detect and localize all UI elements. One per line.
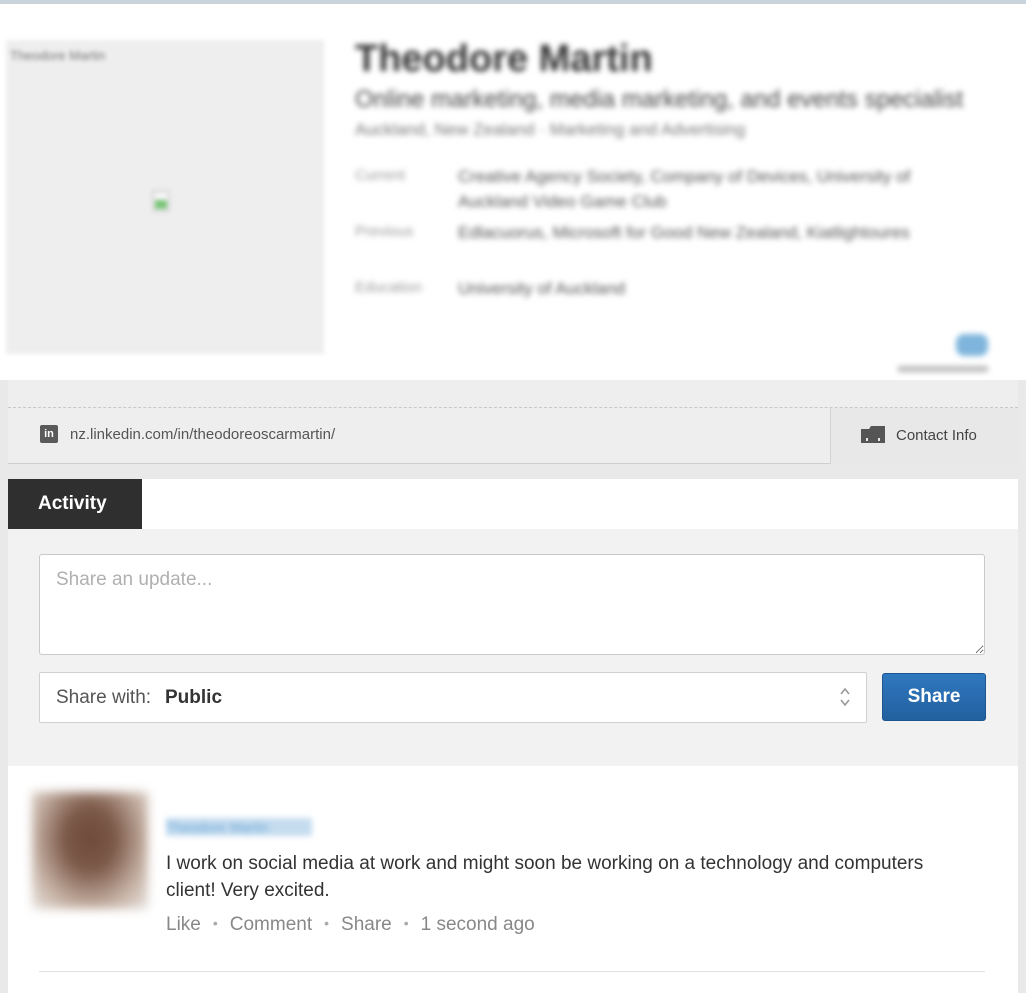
url-row: in nz.linkedin.com/in/theodoreoscarmarti…: [8, 408, 1018, 464]
profile-photo-label: Theodore Martin: [10, 48, 106, 63]
share-with-label: Share with:: [56, 687, 152, 708]
public-profile-bar: in nz.linkedin.com/in/theodoreoscarmarti…: [8, 380, 1018, 464]
info-label-current: Current: [355, 167, 406, 184]
separator-dot: •: [403, 915, 409, 931]
post-text: I work on social media at work and might…: [166, 853, 924, 901]
edit-profile-icon[interactable]: [956, 334, 988, 356]
share-with-select[interactable]: Share with: Public: [39, 672, 867, 723]
separator-dot: •: [212, 915, 218, 931]
info-value-previous: Edlacuorus, Microsoft for Good New Zeala…: [458, 223, 910, 242]
profile-name: Theodore Martin: [355, 38, 653, 80]
info-value-education: University of Auckland: [458, 279, 626, 298]
edit-profile-label: [898, 366, 988, 372]
linkedin-icon: in: [40, 425, 58, 443]
public-profile-url[interactable]: nz.linkedin.com/in/theodoreoscarmartin/: [70, 426, 335, 443]
post-timestamp[interactable]: 1 second ago: [421, 914, 535, 935]
post-author-link[interactable]: Theodore Martin: [166, 818, 312, 836]
avatar[interactable]: [32, 792, 148, 909]
like-action[interactable]: Like: [166, 914, 201, 935]
separator-dot: •: [324, 915, 330, 931]
post-actions: Like • Comment • Share • 1 second ago: [166, 914, 535, 936]
profile-location: Auckland, New Zealand · Marketing and Ad…: [355, 120, 746, 139]
share-action[interactable]: Share: [341, 914, 392, 935]
broken-image-icon: [152, 190, 170, 212]
feed-post: Theodore Martin I work on social media a…: [8, 766, 1018, 993]
profile-headline: Online marketing, media marketing, and e…: [355, 86, 964, 113]
info-label-education: Education: [355, 279, 422, 296]
info-value-current: Creative Agency Society, Company of Devi…: [458, 167, 911, 211]
info-label-previous: Previous: [355, 223, 414, 240]
tab-activity[interactable]: Activity: [8, 479, 142, 529]
share-button[interactable]: Share: [882, 673, 986, 721]
activity-section: Activity Share with: Public Share Theodo…: [8, 479, 1018, 993]
feed-divider: [39, 971, 985, 972]
share-update-box: Share with: Public Share: [8, 529, 1018, 766]
comment-action[interactable]: Comment: [230, 914, 312, 935]
profile-card: Theodore Martin Theodore Martin Online m…: [0, 0, 1026, 380]
share-with-value: Public: [165, 687, 223, 708]
share-update-input[interactable]: [39, 554, 985, 655]
contact-info-button[interactable]: Contact Info: [830, 408, 1018, 464]
contact-info-label: Contact Info: [896, 427, 977, 444]
select-arrows-icon: [840, 687, 850, 707]
contact-card-icon: [861, 426, 885, 443]
